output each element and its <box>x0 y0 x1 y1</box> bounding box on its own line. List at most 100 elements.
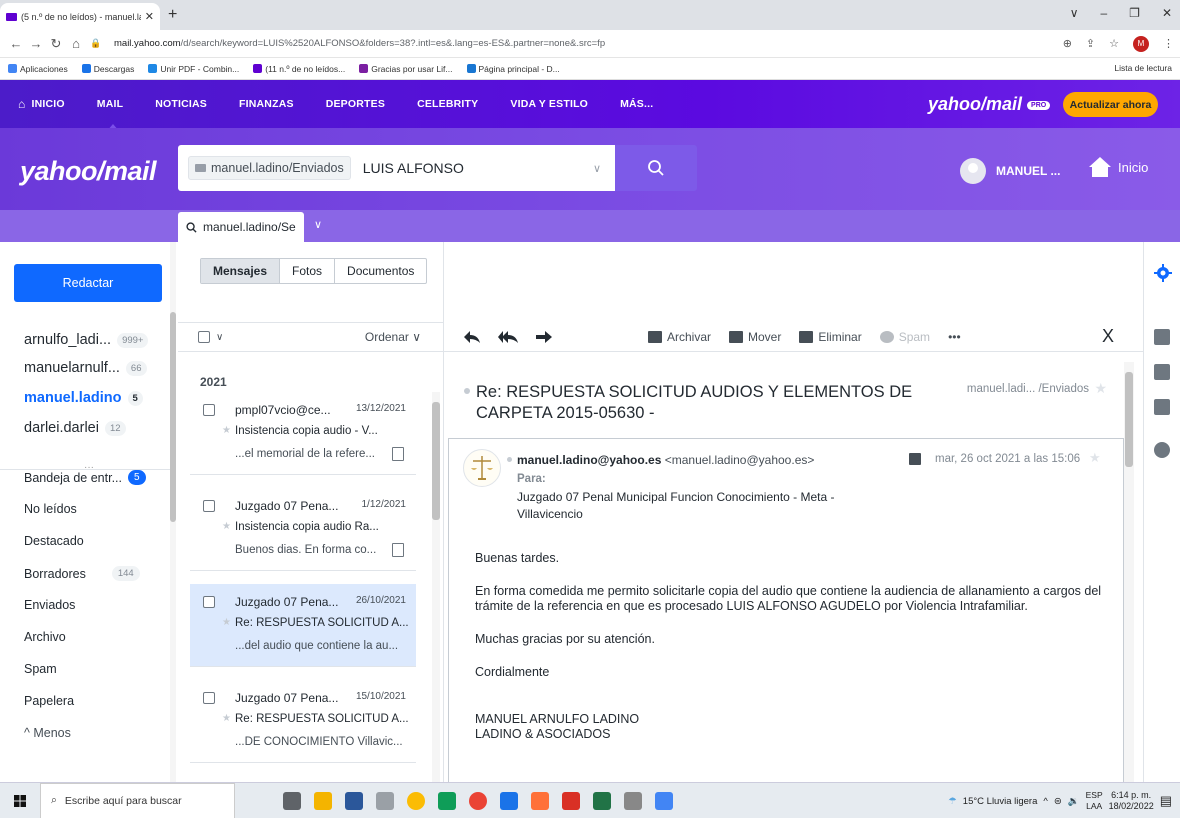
sidebar-folder[interactable]: Enviados <box>24 598 75 612</box>
message-list-item[interactable]: Juzgado 07 Pena... 26/10/2021 ★ Re: RESPUES… <box>190 584 416 667</box>
star-icon[interactable]: ★ <box>222 425 231 436</box>
windows-start-button[interactable] <box>0 794 40 807</box>
close-window-icon[interactable]: ✕ <box>1162 6 1172 20</box>
reply-button[interactable] <box>464 330 480 343</box>
contacts-icon[interactable] <box>1154 329 1170 345</box>
minimize-icon[interactable]: – <box>1100 6 1107 20</box>
upgrade-button[interactable]: Actualizar ahora <box>1063 92 1158 117</box>
bookmark-item[interactable]: Página principal - D... <box>466 64 560 74</box>
zoom-icon[interactable]: ⊕ <box>1063 37 1072 50</box>
share-icon[interactable]: ⇪ <box>1086 37 1095 50</box>
tab-search-icon[interactable]: ∨ <box>1070 6 1079 20</box>
bookmark-item[interactable]: (11 n.º de no leídos... <box>253 64 345 74</box>
star-icon[interactable]: ★ <box>1094 380 1107 397</box>
sidebar-folder[interactable]: ^ Menos <box>24 726 71 740</box>
nav-item-4[interactable]: DEPORTES <box>326 98 385 110</box>
notepad-icon[interactable] <box>1154 399 1170 415</box>
back-icon[interactable]: ← <box>6 36 26 51</box>
bookmark-star-icon[interactable]: ☆ <box>1109 37 1119 50</box>
message-folder-path[interactable]: manuel.ladi... /Enviados <box>967 383 1089 395</box>
forward-button[interactable] <box>536 330 552 343</box>
more-actions-button[interactable]: ••• <box>948 330 961 344</box>
message-checkbox[interactable] <box>203 500 215 512</box>
taskbar-app-icon[interactable] <box>407 791 425 810</box>
taskbar-app-icon[interactable] <box>376 791 394 810</box>
sidebar-folder[interactable]: Archivo <box>24 630 66 644</box>
close-tab-icon[interactable]: ✕ <box>145 10 154 23</box>
read-indicator-icon[interactable] <box>464 388 470 394</box>
taskbar-app-icon[interactable] <box>531 791 549 810</box>
taskbar-app-icon[interactable] <box>624 791 642 810</box>
gear-icon[interactable] <box>1154 264 1172 282</box>
close-message-button[interactable]: X <box>1102 326 1114 347</box>
reply-all-button[interactable] <box>498 330 518 343</box>
taskbar-app-icon[interactable] <box>283 791 301 810</box>
sender[interactable]: manuel.ladino@yahoo.es <manuel.ladino@ya… <box>517 453 814 467</box>
restore-icon[interactable]: ❐ <box>1129 6 1140 20</box>
taskbar-app-icon[interactable] <box>438 791 456 810</box>
notifications-icon[interactable]: ▤ <box>1160 793 1172 809</box>
delete-button[interactable]: Eliminar <box>799 330 862 344</box>
bookmark-item[interactable]: Aplicaciones <box>8 64 68 74</box>
star-icon[interactable]: ★ <box>222 521 231 532</box>
bookmark-item[interactable]: Gracias por usar Lif... <box>359 64 453 74</box>
search-scope-chip[interactable]: manuel.ladino/Enviados <box>188 156 351 180</box>
taskbar-search[interactable]: ⌕ Escribe aquí para buscar <box>40 782 235 818</box>
sidebar-account[interactable]: arnulfo_ladi... 999+ <box>24 332 174 348</box>
search-box[interactable]: manuel.ladino/Enviados LUIS ALFONSO ∨ <box>178 145 615 191</box>
filter-tab[interactable]: Mensajes <box>201 259 281 283</box>
bookmark-item[interactable]: Descargas <box>81 64 134 74</box>
clock[interactable]: 6:14 p. m. 18/02/2022 <box>1109 790 1154 812</box>
volume-icon[interactable]: 🔉 <box>1068 796 1080 807</box>
star-icon[interactable]: ★ <box>1089 450 1101 466</box>
home-button[interactable]: Inicio <box>1088 156 1148 178</box>
scrollbar-thumb[interactable] <box>1125 372 1133 467</box>
list-scrollbar[interactable] <box>432 392 440 782</box>
sidebar-folder[interactable]: No leídos <box>24 502 77 516</box>
calendar-icon[interactable] <box>1154 364 1170 380</box>
taskbar-app-icon[interactable] <box>469 791 487 810</box>
taskbar-app-icon[interactable] <box>314 791 332 810</box>
new-tab-button[interactable]: + <box>168 6 177 24</box>
yahoo-mail-pro-logo[interactable]: yahoo/mail PRO <box>928 94 1051 115</box>
weather[interactable]: 15°C Lluvia ligera <box>963 796 1038 807</box>
chevron-down-icon[interactable]: ∨ <box>314 218 322 231</box>
taskbar-app-icon[interactable] <box>655 791 673 810</box>
compose-button[interactable]: Redactar <box>14 264 162 302</box>
reading-list-button[interactable]: Lista de lectura <box>1114 63 1172 73</box>
nav-item-5[interactable]: CELEBRITY <box>417 98 478 110</box>
nav-item-6[interactable]: VIDA Y ESTILO <box>510 98 588 110</box>
help-icon[interactable] <box>1154 442 1170 458</box>
search-result-tab[interactable]: manuel.ladino/Se <box>178 212 304 242</box>
url-field[interactable]: mail.yahoo.com/d/search/keyword=LUIS%252… <box>114 38 1063 49</box>
sidebar-folder[interactable]: Bandeja de entr... 5 <box>24 470 146 485</box>
nav-item-7[interactable]: MÁS... <box>620 98 653 110</box>
chevron-down-icon[interactable]: ∨ <box>593 162 601 175</box>
network-icon[interactable]: ⊜ <box>1054 796 1062 807</box>
spam-button[interactable]: Spam <box>879 330 930 344</box>
nav-item-1[interactable]: MAIL <box>97 98 123 131</box>
search-button[interactable] <box>615 145 697 191</box>
print-icon[interactable] <box>909 453 921 465</box>
reader-scrollbar[interactable] <box>1124 362 1134 782</box>
nav-item-0[interactable]: ⌂ INICIO <box>18 97 65 111</box>
taskbar-app-icon[interactable] <box>500 791 518 810</box>
sidebar-folder[interactable]: Borradores 144 <box>24 566 140 581</box>
message-checkbox[interactable] <box>203 596 215 608</box>
scrollbar-thumb[interactable] <box>432 402 440 520</box>
archive-button[interactable]: Archivar <box>648 330 711 344</box>
sidebar-folder[interactable]: Papelera <box>24 694 74 708</box>
star-icon[interactable]: ★ <box>222 713 231 724</box>
chevron-down-icon[interactable]: ∨ <box>216 332 223 343</box>
sidebar-account[interactable]: manuelarnulf... 66 <box>24 360 174 376</box>
star-icon[interactable]: ★ <box>222 617 231 628</box>
taskbar-app-icon[interactable] <box>345 791 363 810</box>
bookmark-item[interactable]: Unir PDF - Combin... <box>148 64 239 74</box>
browser-tab[interactable]: (5 n.º de no leídos) - manuel.ladi ✕ <box>0 3 160 30</box>
message-checkbox[interactable] <box>203 404 215 416</box>
language-indicator[interactable]: ESP LAA <box>1086 790 1103 812</box>
sidebar-folder[interactable]: Destacado <box>24 534 84 548</box>
search-input[interactable]: LUIS ALFONSO <box>363 160 593 176</box>
weather-icon[interactable]: ☂ <box>948 796 957 807</box>
forward-icon[interactable]: → <box>26 36 46 51</box>
